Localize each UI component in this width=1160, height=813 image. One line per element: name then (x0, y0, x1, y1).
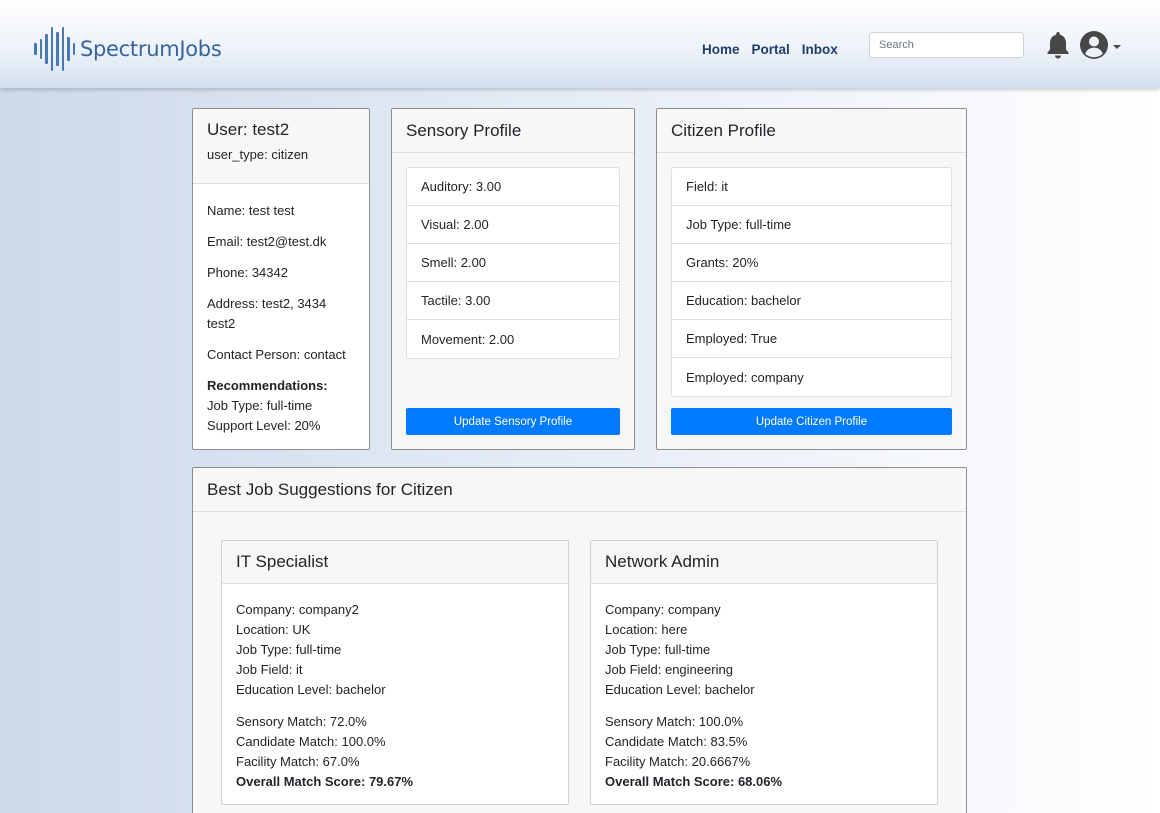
job-facility-match: Facility Match: 20.6667% (605, 754, 751, 769)
job-field: Job Field: engineering (605, 662, 733, 677)
sensory-item-auditory: Auditory: 3.00 (407, 168, 619, 206)
logo-text: SpectrumJobs (80, 37, 222, 61)
job-overall-score: Overall Match Score: 79.67% (236, 774, 414, 789)
nav-home-link[interactable]: Home (702, 42, 740, 57)
job-company: Company: company2 (236, 602, 359, 617)
job-location: Location: UK (236, 622, 311, 637)
recommendation-support-level: Support Level: 20% (207, 418, 321, 433)
citizen-list: Field: it Job Type: full-time Grants: 20… (671, 167, 952, 397)
job-facility-match: Facility Match: 67.0% (236, 754, 360, 769)
sensory-item-visual: Visual: 2.00 (407, 206, 619, 244)
user-address-line2: test2 (207, 316, 236, 331)
sensory-profile-card: Sensory Profile Auditory: 3.00 Visual: 2… (391, 108, 635, 450)
search-input[interactable] (869, 32, 1024, 58)
job-type: Job Type: full-time (236, 642, 342, 657)
job-candidate-match: Candidate Match: 83.5% (605, 734, 748, 749)
sensory-item-movement: Movement: 2.00 (421, 331, 515, 347)
user-name: Name: test test (207, 203, 295, 218)
sensory-item-tactile: Tactile: 3.00 (407, 282, 619, 320)
job-education: Education Level: bachelor (605, 682, 755, 697)
user-card-header: User: test2 user_type: citizen (193, 109, 369, 184)
citizen-profile-card: Citizen Profile Field: it Job Type: full… (656, 108, 967, 450)
top-navbar: SpectrumJobs Home Portal Inbox (0, 0, 1160, 88)
user-type: user_type: citizen (207, 147, 309, 162)
user-phone: Phone: 34342 (207, 265, 288, 280)
job-card: Network Admin Company: company Location:… (590, 540, 938, 805)
user-contact-person: Contact Person: contact (207, 347, 346, 362)
update-sensory-profile-button[interactable]: Update Sensory Profile (406, 408, 620, 435)
job-field: Job Field: it (236, 662, 303, 677)
job-title: Network Admin (591, 541, 937, 584)
citizen-item-field: Field: it (672, 168, 951, 206)
job-education: Education Level: bachelor (236, 682, 386, 697)
caret-down-icon[interactable] (1113, 45, 1121, 49)
user-card-body: Name: test test Email: test2@test.dk Pho… (193, 184, 369, 436)
citizen-item-employer: Employed: company (686, 369, 804, 385)
user-address: Address: test2, 3434 test2 (207, 294, 355, 334)
spectrumjobs-logo[interactable]: SpectrumJobs (34, 26, 222, 72)
job-location: Location: here (605, 622, 688, 637)
job-details: Company: company Location: here Job Type… (591, 584, 937, 792)
recommendations-heading: Recommendations: (207, 378, 328, 393)
sensory-profile-title: Sensory Profile (392, 109, 634, 153)
citizen-item-job-type: Job Type: full-time (672, 206, 951, 244)
user-address-line1: Address: test2, 3434 (207, 296, 327, 311)
sensory-list: Auditory: 3.00 Visual: 2.00 Smell: 2.00 … (406, 167, 620, 359)
user-email: Email: test2@test.dk (207, 234, 327, 249)
sensory-item-smell: Smell: 2.00 (407, 244, 619, 282)
job-details: Company: company2 Location: UK Job Type:… (222, 584, 568, 792)
citizen-profile-title: Citizen Profile (657, 109, 966, 153)
job-suggestions-card: Best Job Suggestions for Citizen IT Spec… (192, 467, 967, 813)
job-sensory-match: Sensory Match: 72.0% (236, 714, 367, 729)
user-card: User: test2 user_type: citizen Name: tes… (192, 108, 370, 450)
job-type: Job Type: full-time (605, 642, 711, 657)
soundwave-logo-icon (34, 27, 75, 71)
job-overall-score: Overall Match Score: 68.06% (605, 774, 783, 789)
job-card: IT Specialist Company: company2 Location… (221, 540, 569, 805)
nav-portal-link[interactable]: Portal (752, 42, 790, 57)
citizen-item-grants: Grants: 20% (672, 244, 951, 282)
nav-inbox-link[interactable]: Inbox (802, 42, 838, 57)
job-sensory-match: Sensory Match: 100.0% (605, 714, 744, 729)
bell-icon[interactable] (1045, 30, 1071, 60)
citizen-item-education: Education: bachelor (672, 282, 951, 320)
user-title: User: test2 (207, 120, 290, 139)
job-company: Company: company (605, 602, 721, 617)
user-avatar-icon[interactable] (1080, 31, 1108, 59)
citizen-item-employed: Employed: True (672, 320, 951, 358)
update-citizen-profile-button[interactable]: Update Citizen Profile (671, 408, 952, 435)
job-candidate-match: Candidate Match: 100.0% (236, 734, 386, 749)
job-suggestions-title: Best Job Suggestions for Citizen (193, 468, 966, 512)
recommendation-job-type: Job Type: full-time (207, 398, 313, 413)
main-nav: Home Portal Inbox (702, 42, 838, 57)
job-title: IT Specialist (222, 541, 568, 584)
